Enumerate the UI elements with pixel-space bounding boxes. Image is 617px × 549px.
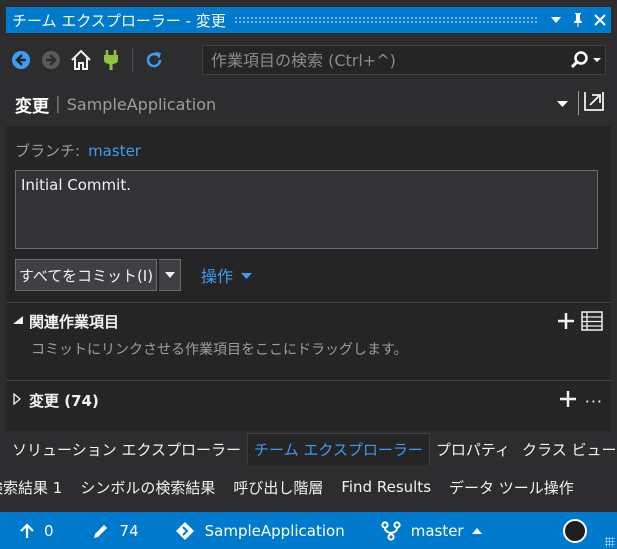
- commit-actions-row: すべてをコミット(I) 操作: [15, 259, 253, 291]
- actions-dropdown-icon: [241, 269, 253, 282]
- header-separator: [578, 91, 579, 115]
- tool-window-tabs: ソリューション エクスプローラー チーム エクスプローラー プロパティ クラス …: [0, 433, 617, 465]
- window-title: チーム エクスプローラー - 変更: [12, 11, 226, 30]
- title-separator: |: [55, 94, 61, 114]
- section-divider: [6, 302, 611, 303]
- home-icon[interactable]: [66, 45, 96, 75]
- team-explorer-toolbar: [6, 40, 611, 80]
- tab-find-symbol-results[interactable]: シンボルの検索結果: [80, 477, 215, 498]
- tab-properties[interactable]: プロパティ: [430, 433, 516, 465]
- related-work-items-hint: コミットにリンクさせる作業項目をここにドラッグします。: [31, 342, 408, 358]
- tab-find-results-1[interactable]: 検索結果 1: [0, 477, 62, 498]
- pin-icon[interactable]: [567, 9, 589, 31]
- tab-data-tools-operations[interactable]: データ ツール操作: [449, 477, 574, 498]
- search-button[interactable]: [565, 46, 605, 74]
- actions-label: 操作: [201, 267, 234, 286]
- undock-page-icon[interactable]: [583, 90, 605, 116]
- page-title: 変更: [15, 96, 49, 117]
- refresh-icon[interactable]: [139, 45, 169, 75]
- changes-section: 変更 (74) ···: [6, 388, 611, 412]
- connect-plug-icon[interactable]: [96, 45, 126, 75]
- branch-selector[interactable]: master: [381, 512, 492, 549]
- commit-message-input[interactable]: Initial Commit.: [15, 170, 598, 249]
- window-menu-dropdown-icon[interactable]: [545, 9, 567, 31]
- page-menu-dropdown-icon[interactable]: [557, 96, 568, 111]
- changes-title: 変更 (74): [29, 391, 99, 410]
- commit-options-dropdown[interactable]: [159, 259, 181, 291]
- unpushed-commits[interactable]: 0: [20, 512, 54, 549]
- notification-status-icon[interactable]: [563, 518, 587, 543]
- page-header: 変更 | SampleApplication: [6, 84, 611, 124]
- section-divider: [6, 380, 611, 381]
- close-icon[interactable]: [589, 9, 611, 31]
- related-work-items-title: 関連作業項目: [29, 312, 120, 331]
- branch-label-status: master: [410, 521, 464, 540]
- forward-arrow-icon: [36, 45, 66, 75]
- chevron-down-icon: [164, 272, 175, 278]
- repository-selector[interactable]: SampleApplication: [175, 512, 345, 549]
- branch-link[interactable]: master: [88, 142, 141, 160]
- header-tools: [557, 90, 605, 116]
- repository-name: SampleApplication: [66, 94, 217, 114]
- tab-class-view[interactable]: クラス ビュー: [516, 433, 617, 465]
- add-changes-icon[interactable]: [559, 390, 577, 412]
- more-options-button[interactable]: ···: [585, 392, 603, 411]
- tab-find-results[interactable]: Find Results: [341, 478, 431, 496]
- changes-panel: ブランチ: master Initial Commit. すべてをコミット(I) …: [6, 126, 611, 431]
- resize-grip[interactable]: [605, 537, 615, 547]
- work-item-search-box: [202, 45, 606, 75]
- repository-label: SampleApplication: [204, 521, 345, 540]
- changes-header[interactable]: 変更 (74): [6, 388, 611, 412]
- collapsed-triangle-icon[interactable]: [13, 392, 29, 408]
- tool-window-titlebar: チーム エクスプローラー - 変更: [0, 0, 617, 37]
- back-arrow-icon[interactable]: [6, 45, 36, 75]
- pending-changes[interactable]: 74: [92, 512, 139, 549]
- toolbar-separator: [132, 48, 133, 72]
- unpushed-count: 0: [44, 521, 54, 540]
- search-icon: [571, 51, 601, 69]
- pencil-icon: [93, 524, 107, 538]
- arrow-up-icon: [20, 522, 34, 538]
- actions-menu[interactable]: 操作: [201, 263, 253, 287]
- expanded-triangle-icon[interactable]: [13, 315, 29, 327]
- titlebar-inner[interactable]: チーム エクスプローラー - 変更: [6, 7, 611, 33]
- branch-icon: [381, 520, 401, 541]
- changes-tools: ···: [559, 390, 603, 412]
- status-bar: 0 74 SampleApplication master: [0, 512, 617, 549]
- tab-solution-explorer[interactable]: ソリューション エクスプローラー: [6, 433, 247, 465]
- add-work-item-icon[interactable]: [557, 312, 575, 334]
- related-work-items-header[interactable]: 関連作業項目: [6, 309, 611, 333]
- git-repo-icon: [175, 521, 194, 540]
- tab-call-hierarchy[interactable]: 呼び出し階層: [233, 477, 323, 498]
- drag-grip[interactable]: [233, 16, 539, 24]
- pending-changes-count: 74: [119, 521, 139, 540]
- caret-up-icon: [471, 527, 482, 534]
- related-work-items-tools: [557, 311, 603, 335]
- tab-team-explorer[interactable]: チーム エクスプローラー: [247, 433, 430, 465]
- bottom-tool-tabs: 検索結果 1 シンボルの検索結果 呼び出し階層 Find Results データ…: [0, 468, 617, 506]
- work-item-search-input[interactable]: [203, 46, 565, 74]
- related-work-items-section: 関連作業項目 コミットにリンクさせる作業項目をここにドラッグします。: [6, 309, 611, 359]
- branch-row: ブランチ: master: [15, 140, 141, 161]
- commit-all-button[interactable]: すべてをコミット(I): [15, 259, 157, 291]
- branch-label: ブランチ:: [15, 142, 81, 160]
- queries-list-icon[interactable]: [581, 311, 603, 335]
